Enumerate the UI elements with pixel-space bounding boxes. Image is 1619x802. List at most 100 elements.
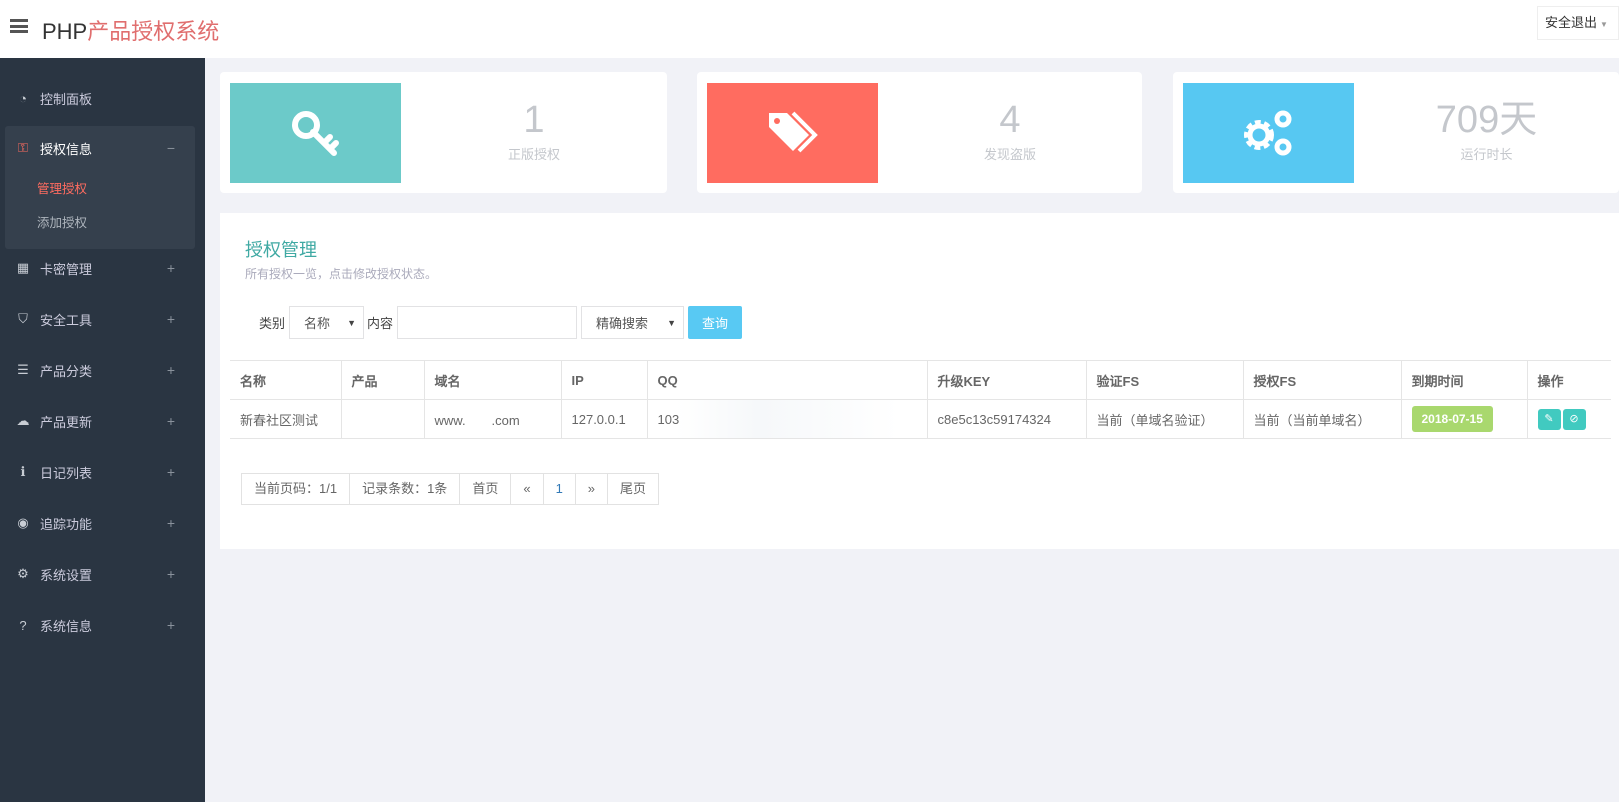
sidebar-subitem-manage-license[interactable]: 管理授权 <box>37 178 87 197</box>
expand-icon: + <box>166 566 175 582</box>
expand-icon: + <box>166 311 175 327</box>
sidebar-item-3[interactable]: ▦ 卡密管理 + <box>0 248 205 288</box>
sidebar-item-label: 控制面板 <box>40 91 93 107</box>
column-header: 操作 <box>1526 360 1611 400</box>
stat-card-2: 4 发现盗版 <box>697 72 1142 193</box>
sidebar-item-label: 产品更新 <box>40 414 93 430</box>
stat-label: 正版授权 <box>507 147 560 162</box>
sidebar-item-label: 系统设置 <box>40 567 93 583</box>
pagination: 当前页码：1/1 记录条数：1条 首页 « 1 » 尾页 <box>241 473 660 505</box>
sidebar-item-label: 安全工具 <box>40 312 93 328</box>
stat-card-1: 1 正版授权 <box>220 72 667 193</box>
cell-auth-fs: 当前（当前单域名） <box>1242 399 1401 439</box>
sidebar-item-9[interactable]: ⚙ 系统设置 + <box>0 554 205 594</box>
column-header: 验证FS <box>1085 360 1243 400</box>
search-bar: 类别 名称 ▼ 内容 精确搜索 ▼ 查询 <box>259 306 743 339</box>
stat-label: 发现盗版 <box>983 147 1036 162</box>
expand-icon: + <box>166 413 175 429</box>
target-icon: ◉ <box>17 515 29 530</box>
expand-icon: + <box>166 515 175 531</box>
expire-date-badge: 2018-07-15 <box>1411 406 1493 432</box>
sidebar-subitem-add-license[interactable]: 添加授权 <box>37 212 87 231</box>
card-icon: ▦ <box>16 260 30 275</box>
logo: PHP产品授权系统 <box>42 19 220 44</box>
column-header: 名称 <box>230 360 341 400</box>
column-header: 域名 <box>423 360 561 400</box>
search-mode-select[interactable]: 精确搜索 ▼ <box>581 306 685 339</box>
cell-domain: www. .com <box>423 399 561 439</box>
panel-title: 授权管理 <box>245 240 317 260</box>
top-header: PHP产品授权系统 安全退出 ▼ <box>0 0 1619 58</box>
sidebar-item-label: 产品分类 <box>40 363 93 379</box>
dropdown-arrow-icon: ▼ <box>347 317 357 328</box>
column-header: 升级KEY <box>926 360 1086 400</box>
column-header: 产品 <box>340 360 424 400</box>
collapse-icon: − <box>166 140 175 156</box>
cell-verify-fs: 当前（单域名验证） <box>1085 399 1243 439</box>
category-select[interactable]: 名称 ▼ <box>289 306 365 339</box>
sidebar-item-label: 授权信息 <box>40 141 93 157</box>
stat-label: 运行时长 <box>1460 147 1513 162</box>
edit-icon[interactable]: ✎ <box>1537 408 1561 430</box>
pager-next[interactable]: » <box>574 474 607 504</box>
content-input[interactable] <box>397 306 578 339</box>
table-row: 新春社区测试 www. .com 127.0.0.1 103 c8e5c13c5… <box>230 399 1611 439</box>
dashboard-icon: ◔ <box>19 90 27 106</box>
pager-current-page: 当前页码：1/1 <box>254 481 338 496</box>
cloud-upload-icon: ☁ <box>16 413 30 428</box>
sidebar-item-label: 追踪功能 <box>40 516 93 532</box>
logout-dropdown[interactable]: 安全退出 ▼ <box>1537 6 1619 40</box>
pager-page-1[interactable]: 1 <box>542 474 575 504</box>
sidebar-item-label: 系统信息 <box>40 618 93 634</box>
cell-actions: ✎ ⊘ <box>1526 399 1611 439</box>
cell-name: 新春社区测试 <box>230 399 341 439</box>
category-label: 类别 <box>259 316 286 331</box>
cell-qq: 103 <box>646 399 927 439</box>
gears-icon: ⚙ <box>17 566 29 581</box>
cell-expire: 2018-07-15 <box>1400 399 1527 439</box>
sidebar-item-label: 卡密管理 <box>40 261 93 277</box>
pager-first[interactable]: 首页 <box>459 474 510 504</box>
ban-icon[interactable]: ⊘ <box>1562 408 1586 430</box>
dropdown-arrow-icon: ▼ <box>667 317 677 328</box>
query-button[interactable]: 查询 <box>688 306 743 339</box>
expand-icon: + <box>166 260 175 276</box>
info-icon: ℹ <box>20 464 26 479</box>
cell-product <box>340 399 424 439</box>
expand-icon: + <box>166 464 175 480</box>
sidebar-item-7[interactable]: ℹ 日记列表 + <box>0 452 205 492</box>
content-label: 内容 <box>367 316 394 331</box>
sidebar-item-4[interactable]: ⛉ 安全工具 + <box>0 299 205 339</box>
pager-prev[interactable]: « <box>510 474 542 504</box>
sidebar-item-2[interactable]: ⚿ 授权信息 − <box>0 128 205 168</box>
expand-icon: + <box>166 617 175 633</box>
cell-ip: 127.0.0.1 <box>560 399 647 439</box>
shield-icon: ⛉ <box>18 311 28 326</box>
panel-subtitle: 所有授权一览，点击修改授权状态。 <box>245 267 438 281</box>
column-header: IP <box>560 360 647 400</box>
tags-icon <box>707 83 878 183</box>
sidebar-item-5[interactable]: ☰ 产品分类 + <box>0 350 205 390</box>
column-header: QQ <box>646 360 927 400</box>
caret-down-icon: ▼ <box>1600 20 1608 29</box>
sidebar-item-10[interactable]: ? 系统信息 + <box>0 605 205 645</box>
pager-record-count: 记录条数：1条 <box>349 474 459 504</box>
gears-icon <box>1183 83 1354 183</box>
license-panel: 授权管理 所有授权一览，点击修改授权状态。 类别 名称 ▼ 内容 精确搜索 ▼ 查询… <box>220 213 1619 549</box>
column-header: 到期时间 <box>1400 360 1527 400</box>
sidebar: ◔ 控制面板 ⚿ 授权信息 − ▦ 卡密管理 + ⛉ 安全工具 + ☰ 产品分类 + ☁ 产品更新 + ℹ 日记列表… <box>0 58 205 802</box>
expand-icon: + <box>166 362 175 378</box>
sidebar-item-label: 日记列表 <box>40 465 93 481</box>
pager-last[interactable]: 尾页 <box>607 474 658 504</box>
key-icon <box>230 83 401 183</box>
stat-card-3: 709天 运行时长 <box>1173 72 1619 193</box>
stat-value: 4 <box>999 99 1021 141</box>
stat-value: 1 <box>523 99 545 141</box>
sidebar-item-8[interactable]: ◉ 追踪功能 + <box>0 503 205 543</box>
key-icon: ⚿ <box>18 140 28 155</box>
sidebar-item-6[interactable]: ☁ 产品更新 + <box>0 401 205 441</box>
sidebar-item-1[interactable]: ◔ 控制面板 <box>0 78 205 118</box>
cell-upgrade-key: c8e5c13c59174324 <box>926 399 1086 439</box>
menu-icon[interactable] <box>10 19 28 33</box>
question-icon: ? <box>19 617 27 633</box>
